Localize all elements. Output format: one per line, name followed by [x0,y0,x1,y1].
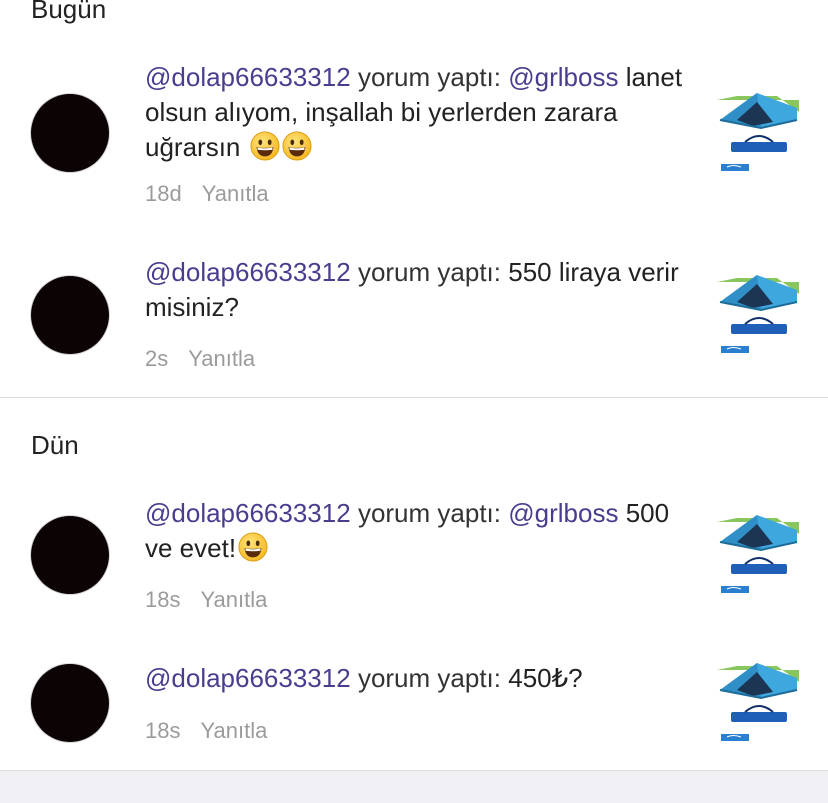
tent-icon [717,90,799,174]
product-thumbnail[interactable] [717,512,799,596]
grinning-face-icon [250,131,280,170]
grinning-face-icon [238,532,268,571]
comment-action: yorum yaptı: [357,663,501,693]
comment-action: yorum yaptı: [357,62,501,92]
username-link[interactable]: @dolap66633312 [145,257,351,287]
mention-link[interactable]: @grlboss [508,498,618,528]
tent-icon [717,512,799,596]
product-thumbnail[interactable] [717,90,799,174]
comment-text: @dolap66633312 yorum yaptı: 550 liraya v… [145,255,690,325]
comment-text: @dolap66633312 yorum yaptı: 450₺? [145,661,690,696]
notifications-screen: Bugün @dolap66633312 yorum yaptı: @grlbo… [0,0,828,803]
avatar[interactable] [31,276,109,354]
reply-button[interactable]: Yanıtla [200,718,267,743]
comment-meta: 18s Yanıtla [145,718,267,744]
reply-button[interactable]: Yanıtla [188,346,255,371]
comment-meta: 18d Yanıtla [145,181,269,207]
comment-meta: 18s Yanıtla [145,587,267,613]
comment-text: @dolap66633312 yorum yaptı: @grlboss lan… [145,60,690,170]
comment-time: 18s [145,718,181,743]
username-link[interactable]: @dolap66633312 [145,663,351,693]
footer-band [0,770,828,803]
product-thumbnail[interactable] [717,272,799,356]
comment-meta: 2s Yanıtla [145,346,255,372]
avatar[interactable] [31,516,109,594]
comment-time: 2s [145,346,169,371]
username-link[interactable]: @dolap66633312 [145,498,351,528]
section-divider [0,397,828,398]
avatar[interactable] [31,94,109,172]
username-link[interactable]: @dolap66633312 [145,62,351,92]
section-header-today: Bugün [31,0,107,24]
avatar[interactable] [31,664,109,742]
mention-link[interactable]: @grlboss [508,62,618,92]
tent-icon [717,272,799,356]
comment-time: 18d [145,181,182,206]
product-thumbnail[interactable] [717,660,799,744]
grinning-face-icon [282,131,312,170]
reply-button[interactable]: Yanıtla [200,587,267,612]
comment-message: 450₺? [508,663,583,693]
comment-time: 18s [145,587,181,612]
comment-text: @dolap66633312 yorum yaptı: @grlboss 500… [145,496,690,571]
comment-action: yorum yaptı: [357,498,501,528]
comment-action: yorum yaptı: [357,257,501,287]
reply-button[interactable]: Yanıtla [202,181,269,206]
section-header-yesterday: Dün [31,430,79,460]
tent-icon [717,660,799,744]
